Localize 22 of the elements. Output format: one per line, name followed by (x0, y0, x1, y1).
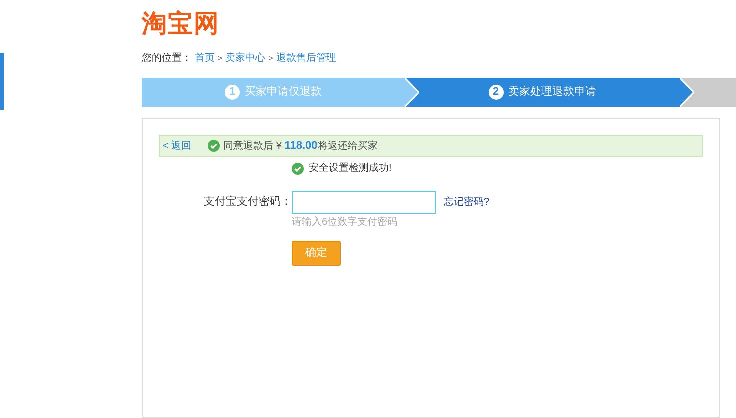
side-tab[interactable] (0, 53, 4, 110)
forgot-password-link[interactable]: 忘记密码? (444, 195, 490, 210)
breadcrumb-link[interactable]: 退款售后管理 (276, 52, 336, 66)
breadcrumb-separator: > (268, 53, 274, 65)
refund-message: 同意退款后 ¥ 118.00将返还给买家 (224, 138, 378, 154)
confirm-button[interactable]: 确定 (292, 241, 341, 266)
back-link[interactable]: < 返回 (163, 138, 192, 154)
password-hint: 请输入6位数字支付密码 (292, 216, 398, 230)
check-icon (292, 162, 304, 174)
breadcrumb-label: 您的位置： (142, 52, 192, 66)
step-number: 1 (225, 85, 240, 100)
check-icon (208, 140, 220, 152)
password-field[interactable] (292, 191, 436, 214)
step-number: 2 (488, 85, 504, 100)
breadcrumb-link[interactable]: 首页 (195, 52, 215, 66)
step-label: 卖家处理退款申请 (508, 84, 596, 100)
breadcrumb-separator: > (218, 53, 223, 65)
logo[interactable]: 淘宝网 (142, 8, 220, 40)
step-label: 买家申请仅退款 (245, 84, 322, 100)
breadcrumb-link[interactable]: 卖家中心 (226, 52, 266, 66)
security-message: 安全设置检测成功! (309, 162, 392, 176)
password-label: 支付宝支付密码： (203, 194, 292, 210)
